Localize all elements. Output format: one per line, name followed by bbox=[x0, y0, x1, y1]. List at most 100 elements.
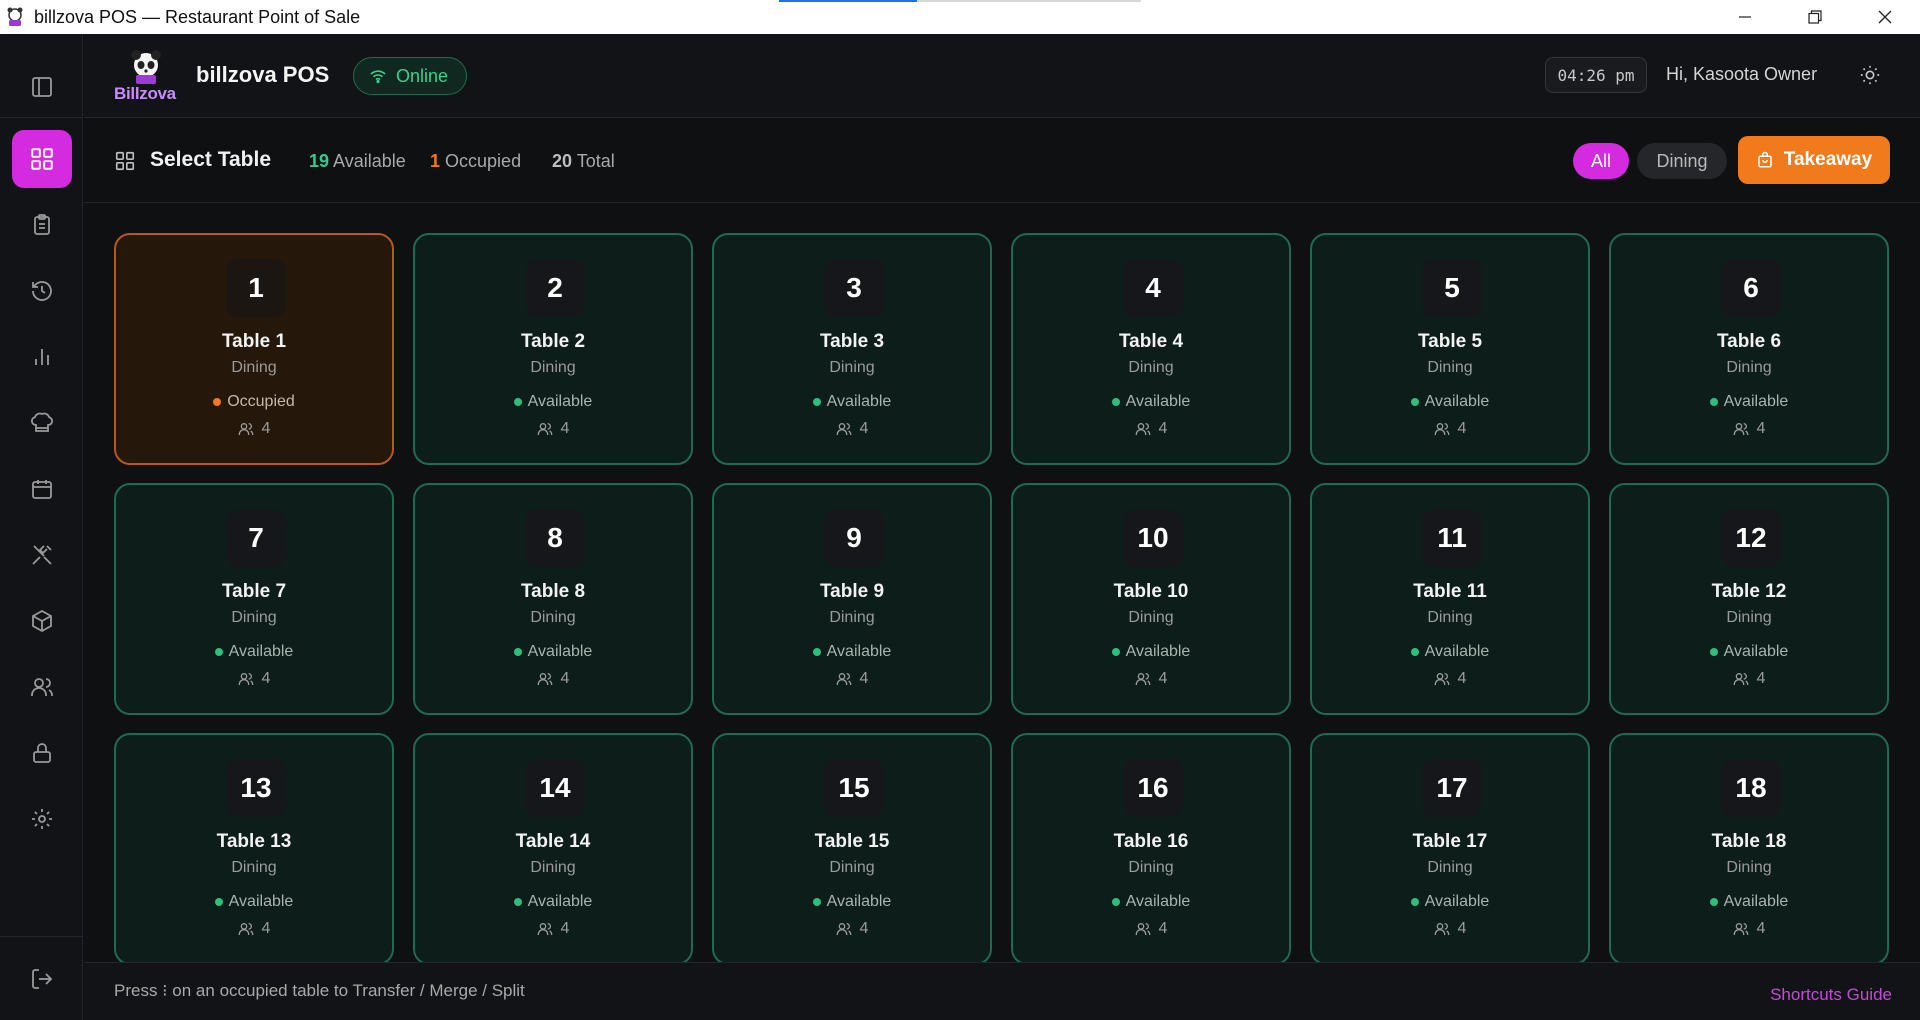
sidebar-toggle-icon bbox=[32, 77, 52, 97]
seats-icon bbox=[537, 923, 552, 935]
table-status: Available bbox=[116, 893, 392, 911]
table-status: Available bbox=[1611, 393, 1887, 411]
table-number: 5 bbox=[1422, 259, 1482, 317]
table-seats: 4 bbox=[116, 420, 392, 438]
seats-icon bbox=[238, 423, 253, 435]
total-count-label: Total bbox=[576, 151, 615, 171]
lock-icon bbox=[33, 743, 51, 763]
table-name: Table 17 bbox=[1412, 831, 1488, 852]
table-name: Table 7 bbox=[221, 581, 287, 602]
table-seats-count: 4 bbox=[1158, 920, 1168, 937]
filter-all-button[interactable]: All bbox=[1573, 143, 1629, 179]
table-seats: 4 bbox=[1013, 420, 1289, 438]
table-card[interactable]: 16 Table 16 Dining Available 4 bbox=[1011, 733, 1291, 963]
table-card[interactable]: 12 Table 12 Dining Available 4 bbox=[1609, 483, 1889, 715]
close-icon bbox=[1878, 10, 1892, 24]
table-card[interactable]: 3 Table 3 Dining Available 4 bbox=[712, 233, 992, 465]
sidebar-item-inventory[interactable] bbox=[12, 592, 72, 650]
takeaway-button[interactable]: Takeaway bbox=[1738, 136, 1890, 184]
table-type: Dining bbox=[1726, 609, 1772, 626]
table-status-label: Available bbox=[527, 643, 593, 660]
restore-button[interactable] bbox=[1780, 0, 1850, 34]
sidebar-item-tables[interactable] bbox=[12, 130, 72, 188]
sidebar-item-orders[interactable] bbox=[12, 196, 72, 254]
sidebar-item-menu[interactable] bbox=[12, 526, 72, 584]
occupied-count-label: Occupied bbox=[445, 151, 522, 171]
table-seats-count: 4 bbox=[560, 920, 570, 937]
tables-grid-icon bbox=[31, 148, 53, 170]
table-status: Available bbox=[714, 643, 990, 661]
seats-icon bbox=[1434, 923, 1449, 935]
table-name: Table 12 bbox=[1711, 581, 1787, 602]
table-number: 9 bbox=[824, 509, 884, 567]
user-greeting[interactable]: Hi, Kasoota Owner bbox=[1666, 64, 1817, 85]
table-status-label: Available bbox=[527, 893, 593, 910]
table-status: Available bbox=[1013, 643, 1289, 661]
table-number: 10 bbox=[1123, 509, 1183, 567]
sidebar-item-history[interactable] bbox=[12, 262, 72, 320]
table-status: Available bbox=[1312, 643, 1588, 661]
table-status: Available bbox=[415, 393, 691, 411]
table-card[interactable]: 10 Table 10 Dining Available 4 bbox=[1011, 483, 1291, 715]
status-dot-icon bbox=[812, 648, 821, 656]
table-type: Dining bbox=[1726, 859, 1772, 876]
table-card[interactable]: 7 Table 7 Dining Available 4 bbox=[114, 483, 394, 715]
table-seats: 4 bbox=[714, 920, 990, 938]
table-card[interactable]: 18 Table 18 Dining Available 4 bbox=[1609, 733, 1889, 963]
table-seats-count: 4 bbox=[1158, 420, 1168, 437]
status-dot-icon bbox=[1410, 648, 1419, 656]
table-card[interactable]: 17 Table 17 Dining Available 4 bbox=[1310, 733, 1590, 963]
seats-icon bbox=[836, 923, 851, 935]
table-name: Table 8 bbox=[520, 581, 586, 602]
total-count: 20 Total bbox=[552, 151, 615, 172]
table-card[interactable]: 6 Table 6 Dining Available 4 bbox=[1609, 233, 1889, 465]
sidebar-toggle-button[interactable] bbox=[12, 58, 72, 116]
sun-icon bbox=[1860, 65, 1880, 85]
sidebar-item-reports[interactable] bbox=[12, 328, 72, 386]
minimize-button[interactable] bbox=[1710, 0, 1780, 34]
table-card[interactable]: 4 Table 4 Dining Available 4 bbox=[1011, 233, 1291, 465]
table-card[interactable]: 1 Table 1 Dining Occupied 4 bbox=[114, 233, 394, 465]
seats-icon bbox=[836, 673, 851, 685]
status-dot-icon bbox=[1111, 898, 1120, 906]
sidebar-item-reservations[interactable] bbox=[12, 460, 72, 518]
status-dot-icon bbox=[812, 898, 821, 906]
table-seats: 4 bbox=[1611, 670, 1887, 688]
shortcuts-guide-link[interactable]: Shortcuts Guide bbox=[1770, 985, 1892, 1005]
theme-toggle-button[interactable] bbox=[1857, 62, 1883, 88]
menu-utensils-icon bbox=[32, 545, 52, 565]
sidebar-item-kitchen[interactable] bbox=[12, 394, 72, 452]
seats-icon bbox=[1135, 923, 1150, 935]
table-card[interactable]: 8 Table 8 Dining Available 4 bbox=[413, 483, 693, 715]
seats-icon bbox=[537, 673, 552, 685]
table-card[interactable]: 13 Table 13 Dining Available 4 bbox=[114, 733, 394, 963]
status-dot-icon bbox=[1410, 398, 1419, 406]
sidebar bbox=[0, 34, 83, 1020]
close-button[interactable] bbox=[1850, 0, 1920, 34]
table-card[interactable]: 2 Table 2 Dining Available 4 bbox=[413, 233, 693, 465]
sidebar-item-staff[interactable] bbox=[12, 658, 72, 716]
table-number: 12 bbox=[1721, 509, 1781, 567]
table-status: Available bbox=[1611, 893, 1887, 911]
tables-grid: 1 Table 1 Dining Occupied 4 2 Table 2 Dining Ava… bbox=[114, 233, 1890, 963]
table-status-label: Occupied bbox=[227, 393, 295, 410]
status-dot-icon bbox=[1111, 398, 1120, 406]
sidebar-item-settings[interactable] bbox=[12, 790, 72, 848]
table-seats-count: 4 bbox=[1457, 920, 1467, 937]
table-status-label: Available bbox=[826, 393, 892, 410]
table-seats-count: 4 bbox=[1756, 670, 1766, 687]
staff-users-icon bbox=[31, 678, 53, 696]
table-card[interactable]: 9 Table 9 Dining Available 4 bbox=[712, 483, 992, 715]
table-card[interactable]: 11 Table 11 Dining Available 4 bbox=[1310, 483, 1590, 715]
sidebar-item-lock[interactable] bbox=[12, 724, 72, 782]
filter-dining-button[interactable]: Dining bbox=[1637, 143, 1727, 179]
status-footer: Press ⁝ on an occupied table to Transfer… bbox=[84, 962, 1920, 1020]
table-card[interactable]: 5 Table 5 Dining Available 4 bbox=[1310, 233, 1590, 465]
table-card[interactable]: 14 Table 14 Dining Available 4 bbox=[413, 733, 693, 963]
table-seats: 4 bbox=[1312, 670, 1588, 688]
status-dot-icon bbox=[1709, 898, 1718, 906]
table-number: 2 bbox=[525, 259, 585, 317]
logout-button[interactable] bbox=[12, 950, 72, 1008]
seats-icon bbox=[1434, 673, 1449, 685]
table-card[interactable]: 15 Table 15 Dining Available 4 bbox=[712, 733, 992, 963]
